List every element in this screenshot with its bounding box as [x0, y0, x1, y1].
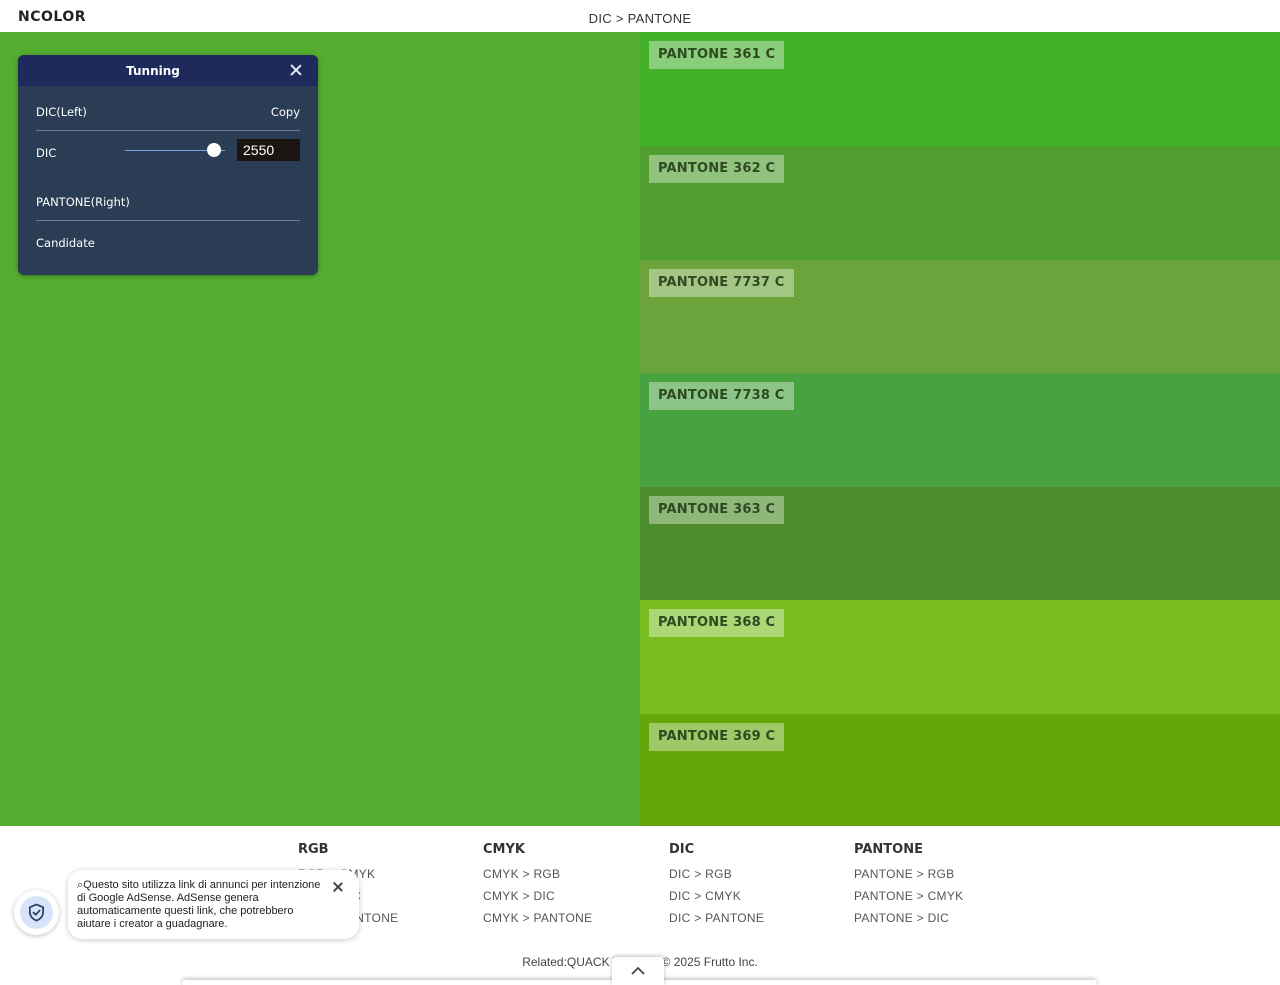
footer-link[interactable]: PANTONE > CMYK: [854, 885, 963, 907]
dic-number-input[interactable]: 2550: [237, 139, 300, 161]
divider: [36, 220, 300, 221]
anchor-expand-button[interactable]: [612, 957, 664, 985]
pantone-swatch-label: PANTONE 361 C: [649, 41, 785, 69]
footer-column-cmyk: CMYK CMYK > RGB CMYK > DIC CMYK > PANTON…: [483, 842, 592, 929]
pantone-swatch-list: PANTONE 361 C PANTONE 362 C PANTONE 7737…: [640, 32, 1280, 826]
ad-info-button[interactable]: [14, 890, 59, 935]
dic-left-label: DIC(Left): [36, 105, 87, 119]
pantone-swatch-label: PANTONE 369 C: [649, 723, 785, 751]
dic-left-row: DIC(Left) Copy: [36, 105, 300, 119]
pantone-swatch-label: PANTONE 7738 C: [649, 382, 794, 410]
pantone-swatch[interactable]: PANTONE 363 C: [640, 487, 1280, 600]
footer-link[interactable]: DIC > CMYK: [669, 885, 764, 907]
candidate-label: Candidate: [36, 236, 95, 250]
footer-link[interactable]: PANTONE > DIC: [854, 907, 963, 929]
footer-column-dic: DIC DIC > RGB DIC > CMYK DIC > PANTONE: [669, 842, 764, 929]
footer-heading: DIC: [669, 842, 695, 857]
copy-button[interactable]: Copy: [271, 105, 300, 119]
pantone-swatch-label: PANTONE 363 C: [649, 496, 785, 524]
close-icon[interactable]: [288, 62, 304, 78]
footer-link[interactable]: PANTONE > RGB: [854, 863, 963, 885]
chevron-up-icon: [631, 966, 645, 975]
footer-link[interactable]: CMYK > PANTONE: [483, 907, 592, 929]
tuning-panel-title: Tunning: [126, 64, 180, 78]
divider: [36, 130, 300, 131]
ad-notice-text: ⌕Questo sito utilizza link di annunci pe…: [77, 879, 327, 931]
footer-link[interactable]: DIC > PANTONE: [669, 907, 764, 929]
pantone-swatch[interactable]: PANTONE 7737 C: [640, 260, 1280, 373]
footer-heading: CMYK: [483, 842, 525, 857]
pantone-swatch-label: PANTONE 7737 C: [649, 269, 794, 297]
ad-notice-message: Questo sito utilizza link di annunci per…: [77, 879, 321, 930]
breadcrumb: DIC > PANTONE: [588, 11, 692, 26]
pantone-swatch[interactable]: PANTONE 361 C: [640, 32, 1280, 146]
footer-heading: PANTONE: [854, 842, 923, 857]
pantone-swatch[interactable]: PANTONE 368 C: [640, 600, 1280, 714]
pantone-swatch[interactable]: PANTONE 7738 C: [640, 373, 1280, 487]
footer-link[interactable]: CMYK > DIC: [483, 885, 592, 907]
pantone-swatch-label: PANTONE 368 C: [649, 609, 785, 637]
footer-link[interactable]: CMYK > RGB: [483, 863, 592, 885]
close-icon[interactable]: [332, 881, 344, 893]
ad-notice-bubble: ⌕Questo sito utilizza link di annunci pe…: [68, 870, 359, 939]
shield-check-icon: [20, 896, 53, 929]
pantone-right-label: PANTONE(Right): [36, 195, 130, 209]
tuning-panel: Tunning DIC(Left) Copy DIC 2550 PANTONE(…: [18, 55, 318, 275]
pantone-swatch-label: PANTONE 362 C: [649, 155, 785, 183]
footer-link[interactable]: DIC > RGB: [669, 863, 764, 885]
tuning-panel-header[interactable]: Tunning: [18, 55, 318, 86]
pantone-swatch[interactable]: PANTONE 362 C: [640, 146, 1280, 260]
footer-heading: RGB: [298, 842, 329, 857]
top-header: NCOLOR DIC > PANTONE: [0, 0, 1280, 32]
dic-slider-thumb[interactable]: [207, 143, 221, 157]
pantone-swatch[interactable]: PANTONE 369 C: [640, 714, 1280, 826]
footer-column-pantone: PANTONE PANTONE > RGB PANTONE > CMYK PAN…: [854, 842, 963, 929]
